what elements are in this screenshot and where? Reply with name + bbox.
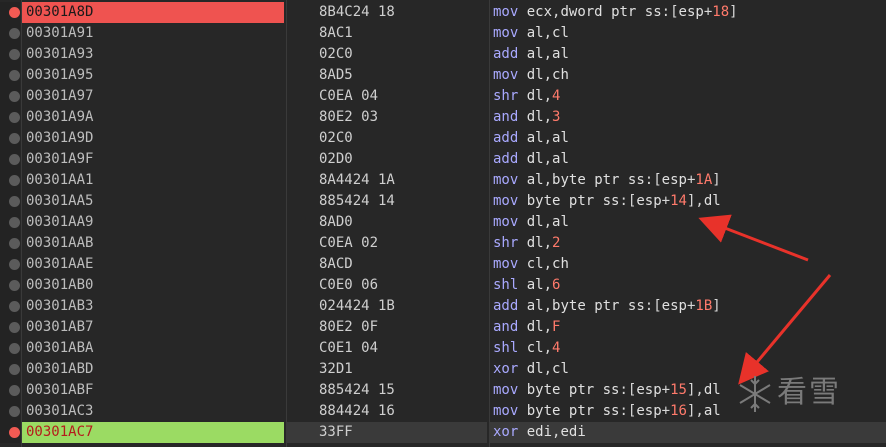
- arrow-lower: [738, 274, 832, 385]
- watermark-text: 看雪: [777, 375, 841, 410]
- watermark: 看雪: [737, 370, 867, 416]
- snowflake-icon: [739, 376, 771, 412]
- arrow-upper: [698, 214, 809, 262]
